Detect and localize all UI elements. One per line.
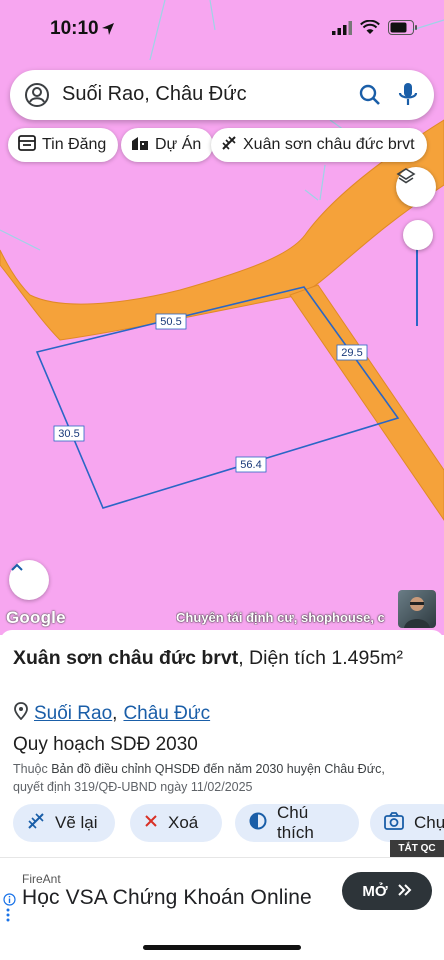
edge-label-left: 30.5 bbox=[58, 428, 79, 440]
layers-button[interactable] bbox=[396, 167, 436, 207]
ad-open-label: MỞ bbox=[362, 882, 388, 900]
close-icon bbox=[144, 813, 158, 833]
contrast-icon bbox=[249, 812, 267, 835]
search-bar[interactable] bbox=[10, 70, 434, 120]
plan-body: Bản đồ điều chỉnh QHSDĐ đến năm 2030 huy… bbox=[51, 762, 385, 776]
chip-label: Dự Án bbox=[155, 136, 202, 153]
road-branch bbox=[289, 284, 444, 521]
camera-icon bbox=[384, 811, 404, 835]
signal-icon bbox=[332, 20, 352, 40]
ad-brand: FireAnt bbox=[22, 872, 61, 886]
ruler-icon bbox=[221, 135, 237, 156]
location-link-district[interactable]: Châu Đức bbox=[123, 703, 210, 725]
edge-label-bottom: 56.4 bbox=[240, 459, 261, 471]
chip-tin-dang[interactable]: Tin Đăng bbox=[8, 128, 119, 162]
location-arrow-icon bbox=[101, 22, 115, 41]
mic-icon[interactable] bbox=[398, 82, 418, 113]
delete-label: Xoá bbox=[168, 813, 199, 832]
ad-title[interactable]: Học VSA Chứng Khoán Online bbox=[22, 886, 312, 910]
google-logo: Google bbox=[6, 608, 66, 627]
search-input[interactable] bbox=[62, 83, 332, 106]
place-title: Xuân sơn châu đức brvt, Diện tích 1.495m… bbox=[13, 644, 433, 673]
status-time: 10:10 bbox=[50, 18, 99, 39]
place-area: , Diện tích 1.495m² bbox=[238, 647, 403, 669]
action-buttons: Vẽ lại Xoá Chú thích Chụp bbox=[13, 803, 444, 842]
expand-sheet-button[interactable] bbox=[9, 560, 49, 600]
ad-options-icon[interactable] bbox=[6, 908, 10, 922]
map-attribution: Chuyên tái định cư, shophouse, c bbox=[176, 610, 385, 625]
double-chevron-right-icon bbox=[397, 883, 412, 900]
place-name: Xuân sơn châu đức brvt bbox=[13, 647, 239, 669]
location-link-commune[interactable]: Suối Rao bbox=[34, 703, 112, 725]
wifi-icon bbox=[360, 19, 380, 40]
redraw-label: Vẽ lại bbox=[55, 813, 98, 832]
delete-button[interactable]: Xoá bbox=[130, 804, 222, 842]
ruler-icon bbox=[27, 812, 45, 835]
legend-label: Chú thích bbox=[277, 803, 314, 842]
filter-chips: Tin Đăng Dự Án Xuân sơn châu đức brvt bbox=[8, 128, 444, 162]
status-bar: 10:10 bbox=[0, 0, 444, 60]
capture-label: Chụp bbox=[414, 813, 444, 832]
edge-label-right: 29.5 bbox=[341, 347, 362, 359]
battery-icon bbox=[388, 20, 418, 40]
legend-button[interactable]: Chú thích bbox=[235, 803, 359, 842]
location-row: Suối Rao, Châu Đức bbox=[14, 702, 210, 726]
search-icon[interactable] bbox=[358, 83, 382, 112]
redraw-button[interactable]: Vẽ lại bbox=[13, 804, 115, 842]
opacity-slider-thumb[interactable] bbox=[403, 220, 433, 250]
location-separator: , bbox=[112, 703, 118, 724]
plan-prefix: Thuộc bbox=[13, 762, 52, 776]
chip-du-an[interactable]: Dự Án bbox=[121, 128, 214, 162]
plan-description: Thuộc Bản đồ điều chỉnh QHSDĐ đến năm 20… bbox=[13, 760, 438, 796]
ad-open-button[interactable]: MỞ bbox=[342, 872, 432, 910]
chip-label: Xuân sơn châu đức brvt bbox=[243, 136, 415, 153]
home-indicator[interactable] bbox=[143, 945, 301, 950]
pin-icon bbox=[14, 702, 28, 726]
avatar[interactable] bbox=[398, 590, 436, 628]
close-ad-button[interactable]: TẮT QC bbox=[390, 840, 444, 857]
listing-icon bbox=[18, 134, 36, 156]
account-icon[interactable] bbox=[24, 82, 50, 113]
chip-xuan-son[interactable]: Xuân sơn châu đức brvt bbox=[211, 128, 427, 162]
buildings-icon bbox=[131, 135, 149, 156]
edge-label-top: 50.5 bbox=[160, 316, 181, 328]
plan-title: Quy hoạch SDĐ 2030 bbox=[13, 734, 198, 755]
chip-label: Tin Đăng bbox=[42, 136, 107, 153]
capture-button[interactable]: Chụp bbox=[370, 804, 444, 842]
plan-decision: quyết định 319/QĐ-UBND ngày 11/02/2025 bbox=[13, 780, 253, 794]
